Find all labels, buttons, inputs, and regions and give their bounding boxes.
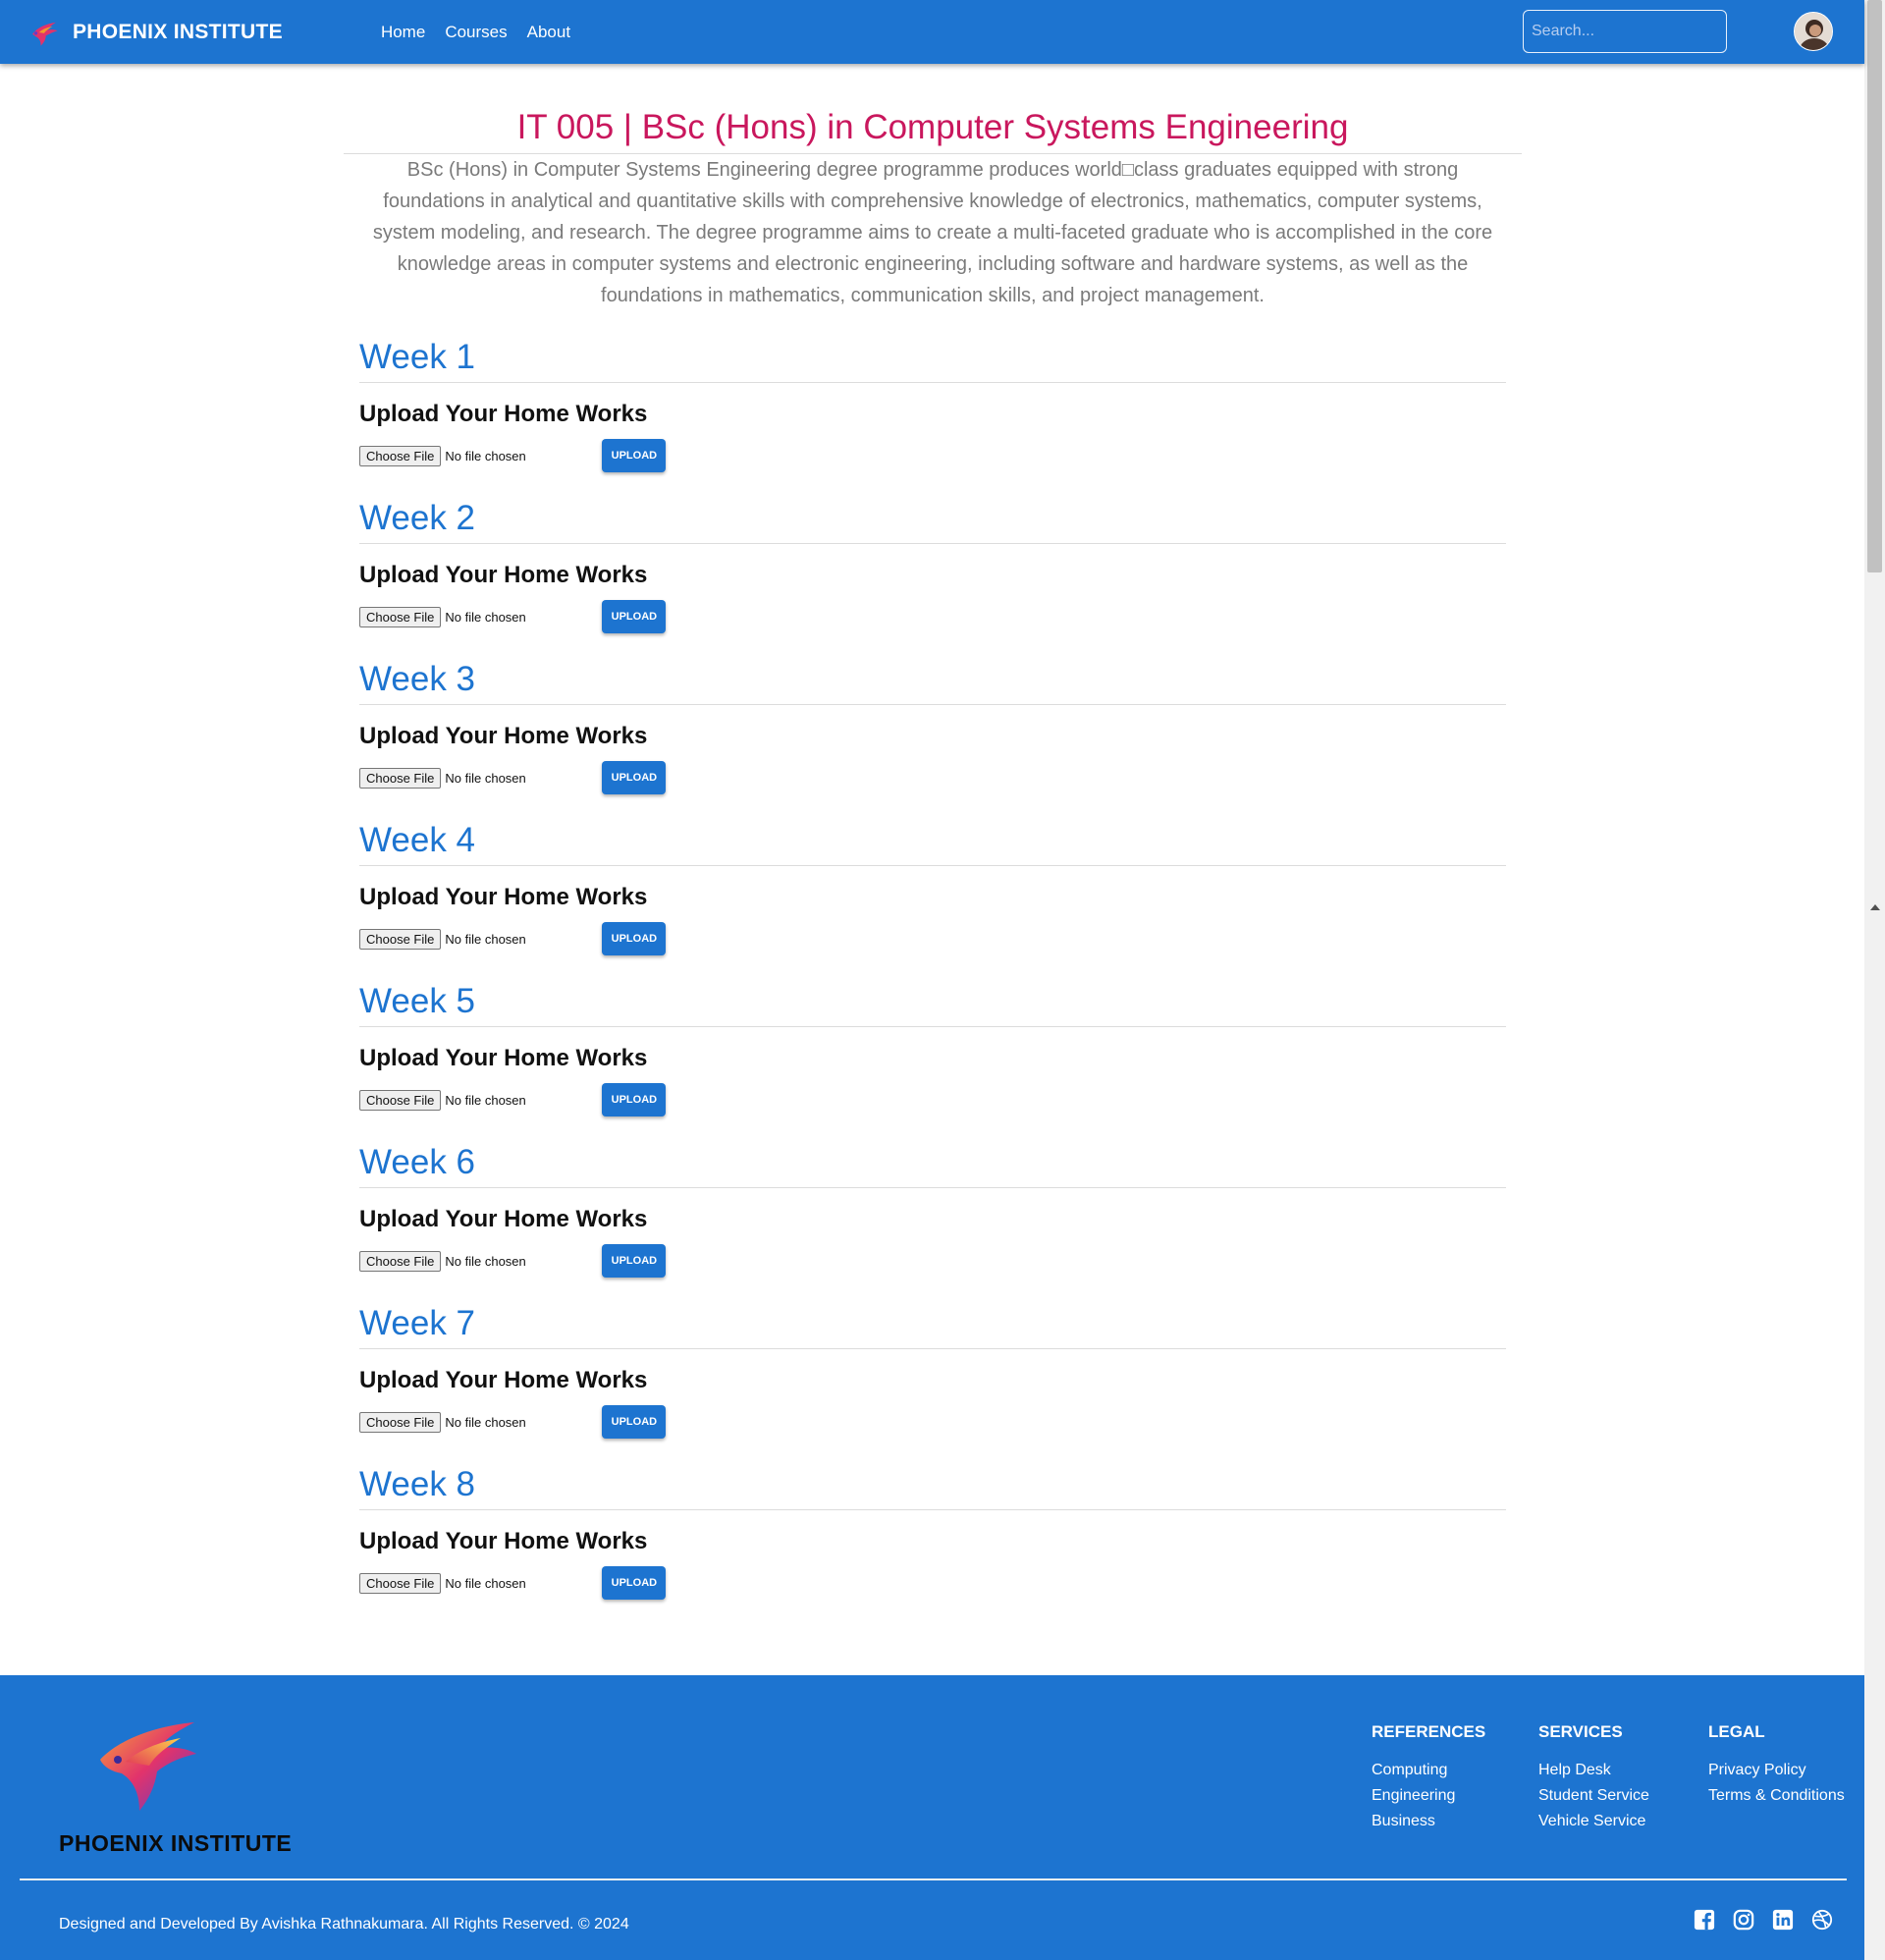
copyright-text: Designed and Developed By Avishka Rathna…	[59, 1916, 629, 1933]
upload-button[interactable]: UPLOAD	[602, 1566, 667, 1600]
upload-row: Choose File No file chosen UPLOAD	[359, 600, 1506, 633]
week-title: Week 8	[359, 1463, 1506, 1510]
upload-button[interactable]: UPLOAD	[602, 1405, 667, 1439]
dribbble-icon[interactable]	[1811, 1909, 1833, 1931]
week-section: Week 2 Upload Your Home Works Choose Fil…	[359, 497, 1506, 633]
choose-file-button[interactable]: Choose File	[359, 767, 442, 789]
week-title: Week 5	[359, 980, 1506, 1027]
footer-heading: REFERENCES	[1372, 1722, 1486, 1741]
file-status: No file chosen	[445, 1253, 526, 1269]
social-links	[1694, 1909, 1833, 1931]
footer-column-services: SERVICES Help Desk Student Service Vehic…	[1538, 1722, 1649, 1834]
week-section: Week 7 Upload Your Home Works Choose Fil…	[359, 1302, 1506, 1439]
footer-link-student-service[interactable]: Student Service	[1538, 1783, 1649, 1809]
nav-courses-link[interactable]: Courses	[445, 23, 507, 42]
upload-row: Choose File No file chosen UPLOAD	[359, 1083, 1506, 1116]
upload-button[interactable]: UPLOAD	[602, 761, 667, 794]
file-status: No file chosen	[445, 609, 526, 625]
scrollbar-thumb[interactable]	[1867, 0, 1882, 572]
choose-file-button[interactable]: Choose File	[359, 445, 442, 466]
file-status: No file chosen	[445, 1414, 526, 1430]
instagram-icon[interactable]	[1733, 1909, 1754, 1931]
upload-row: Choose File No file chosen UPLOAD	[359, 922, 1506, 955]
search-input[interactable]	[1523, 10, 1727, 53]
upload-heading: Upload Your Home Works	[359, 884, 648, 910]
week-title: Week 4	[359, 819, 1506, 866]
upload-row: Choose File No file chosen UPLOAD	[359, 761, 1506, 794]
upload-heading: Upload Your Home Works	[359, 1367, 648, 1393]
footer-link-engineering[interactable]: Engineering	[1372, 1783, 1485, 1809]
page-scrollbar[interactable]	[1864, 0, 1885, 1960]
upload-button[interactable]: UPLOAD	[602, 1244, 667, 1278]
choose-file-button[interactable]: Choose File	[359, 1089, 442, 1111]
footer-heading: LEGAL	[1708, 1722, 1765, 1741]
week-section: Week 3 Upload Your Home Works Choose Fil…	[359, 658, 1506, 794]
nav-home-link[interactable]: Home	[381, 23, 425, 42]
choose-file-button[interactable]: Choose File	[359, 928, 442, 950]
nav-about-link[interactable]: About	[527, 23, 570, 42]
brand-name: PHOENIX INSTITUTE	[73, 20, 283, 43]
upload-heading: Upload Your Home Works	[359, 1528, 648, 1554]
user-avatar[interactable]	[1794, 12, 1833, 51]
upload-button[interactable]: UPLOAD	[602, 439, 667, 472]
main-nav: Home Courses About	[381, 23, 570, 42]
footer-link-computing[interactable]: Computing	[1372, 1758, 1485, 1783]
scroll-up-arrow-icon[interactable]	[1870, 904, 1880, 910]
upload-heading: Upload Your Home Works	[359, 1206, 648, 1232]
navbar: PHOENIX INSTITUTE Home Courses About	[0, 0, 1864, 64]
choose-file-button[interactable]: Choose File	[359, 1250, 442, 1272]
week-title: Week 6	[359, 1141, 1506, 1188]
week-title: Week 1	[359, 336, 1506, 383]
phoenix-logo-icon	[32, 22, 58, 46]
footer-divider	[20, 1878, 1847, 1880]
footer-heading: SERVICES	[1538, 1722, 1623, 1741]
choose-file-button[interactable]: Choose File	[359, 1572, 442, 1594]
footer-link-business[interactable]: Business	[1372, 1809, 1485, 1834]
facebook-icon[interactable]	[1694, 1909, 1715, 1931]
file-status: No file chosen	[445, 770, 526, 786]
avatar-icon	[1795, 13, 1832, 50]
choose-file-button[interactable]: Choose File	[359, 1411, 442, 1433]
week-section: Week 4 Upload Your Home Works Choose Fil…	[359, 819, 1506, 955]
course-title: IT 005 | BSc (Hons) in Computer Systems …	[344, 108, 1522, 154]
upload-heading: Upload Your Home Works	[359, 1045, 648, 1071]
footer-link-privacy-policy[interactable]: Privacy Policy	[1708, 1758, 1845, 1783]
upload-heading: Upload Your Home Works	[359, 723, 648, 749]
footer-link-terms[interactable]: Terms & Conditions	[1708, 1783, 1845, 1809]
upload-button[interactable]: UPLOAD	[602, 600, 667, 633]
week-section: Week 6 Upload Your Home Works Choose Fil…	[359, 1141, 1506, 1278]
linkedin-icon[interactable]	[1772, 1909, 1794, 1931]
choose-file-button[interactable]: Choose File	[359, 606, 442, 627]
phoenix-logo-icon	[100, 1722, 196, 1811]
footer-column-legal: LEGAL Privacy Policy Terms & Conditions	[1708, 1722, 1845, 1809]
file-status: No file chosen	[445, 448, 526, 463]
upload-heading: Upload Your Home Works	[359, 562, 648, 588]
footer: PHOENIX INSTITUTE REFERENCES Computing E…	[0, 1675, 1864, 1960]
upload-row: Choose File No file chosen UPLOAD	[359, 439, 1506, 472]
file-status: No file chosen	[445, 1092, 526, 1108]
file-status: No file chosen	[445, 1575, 526, 1591]
upload-row: Choose File No file chosen UPLOAD	[359, 1244, 1506, 1278]
week-title: Week 3	[359, 658, 1506, 705]
upload-row: Choose File No file chosen UPLOAD	[359, 1405, 1506, 1439]
upload-button[interactable]: UPLOAD	[602, 922, 667, 955]
brand[interactable]: PHOENIX INSTITUTE	[27, 16, 283, 49]
upload-button[interactable]: UPLOAD	[602, 1083, 667, 1116]
week-title: Week 7	[359, 1302, 1506, 1349]
footer-column-references: REFERENCES Computing Engineering Busines…	[1372, 1722, 1485, 1834]
course-description: BSc (Hons) in Computer Systems Engineeri…	[372, 159, 1493, 306]
week-section: Week 5 Upload Your Home Works Choose Fil…	[359, 980, 1506, 1116]
footer-brand: PHOENIX INSTITUTE	[59, 1830, 293, 1856]
upload-heading: Upload Your Home Works	[359, 401, 648, 427]
week-section: Week 8 Upload Your Home Works Choose Fil…	[359, 1463, 1506, 1600]
upload-row: Choose File No file chosen UPLOAD	[359, 1566, 1506, 1600]
week-title: Week 2	[359, 497, 1506, 544]
week-section: Week 1 Upload Your Home Works Choose Fil…	[359, 336, 1506, 472]
footer-link-vehicle-service[interactable]: Vehicle Service	[1538, 1809, 1649, 1834]
footer-link-help-desk[interactable]: Help Desk	[1538, 1758, 1649, 1783]
file-status: No file chosen	[445, 931, 526, 947]
